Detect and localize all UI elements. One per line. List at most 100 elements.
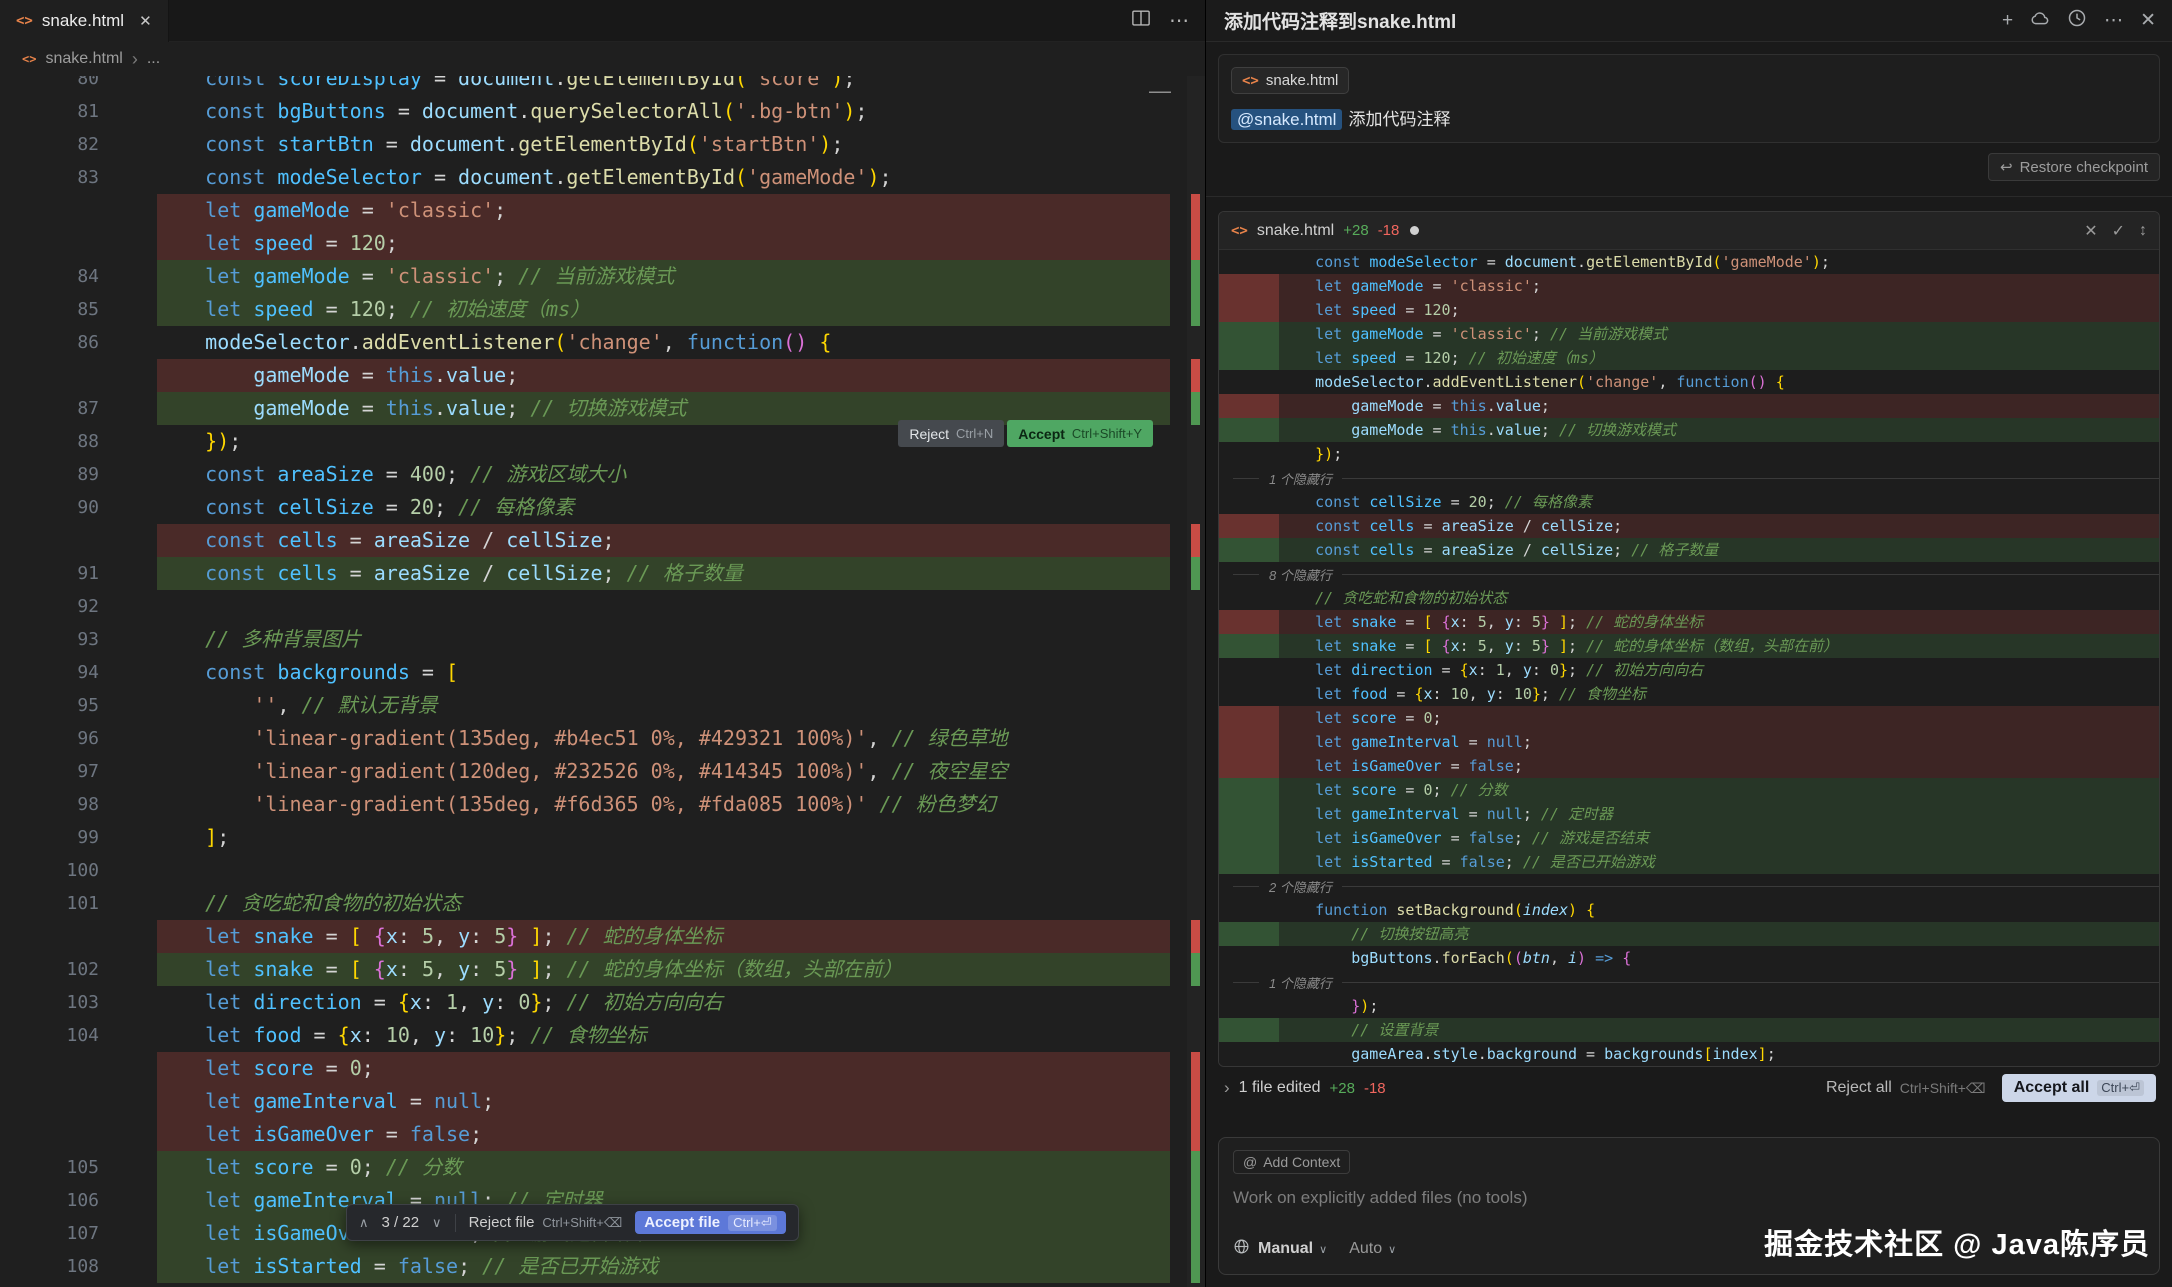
diff-overview-mark (1191, 920, 1200, 953)
diff-overview-mark (1191, 1052, 1200, 1085)
diff-card: <> snake.html +28 -18 ✕ ✓ ↕ const modeSe… (1218, 211, 2160, 1067)
overview-ruler[interactable] (1187, 76, 1205, 1287)
chat-pane: 添加代码注释到snake.html + ⋯ ✕ <> snake.html (1206, 0, 2172, 1287)
cloud-icon[interactable] (2030, 8, 2050, 33)
mode-label: Manual (1258, 1240, 1313, 1258)
code-line: let score = 0; // 分数 (1219, 778, 2159, 802)
code-line: 103 let direction = {x: 1, y: 0}; // 初始方… (0, 986, 1205, 1019)
code-line: 96 'linear-gradient(135deg, #b4ec51 0%, … (0, 722, 1205, 755)
accept-label: Accept (1018, 426, 1065, 442)
code-line: let score = 0; (1219, 706, 2159, 730)
breadcrumb[interactable]: <> snake.html › ... (0, 42, 1205, 76)
prev-change-icon[interactable]: ∧ (359, 1215, 369, 1231)
code-line: 84 let gameMode = 'classic'; // 当前游戏模式 (0, 260, 1205, 293)
message-text: @snake.html添加代码注释 (1231, 105, 2147, 130)
diff-lines[interactable]: const modeSelector = document.getElement… (1219, 250, 2159, 1066)
code-line: 85 let speed = 120; // 初始速度（ms） (0, 293, 1205, 326)
added-count: +28 (1343, 222, 1368, 239)
code-line: const cells = areaSize / cellSize; (0, 524, 1205, 557)
accept-file-button[interactable]: Accept file Ctrl+⏎ (635, 1211, 786, 1234)
code-line: let isGameOver = false; // 游戏是否结束 (1219, 826, 2159, 850)
breadcrumb-file[interactable]: snake.html (45, 50, 122, 68)
hidden-lines-separator[interactable]: 1 个隐藏行 (1219, 466, 2159, 490)
code-line: 94 const backgrounds = [ (0, 656, 1205, 689)
file-context-chip[interactable]: <> snake.html (1231, 67, 1349, 94)
hidden-lines-separator[interactable]: 1 个隐藏行 (1219, 970, 2159, 994)
code-line: const cellSize = 20; // 每格像素 (1219, 490, 2159, 514)
code-line: 83 const modeSelector = document.getElem… (0, 161, 1205, 194)
code-line: // 贪吃蛇和食物的初始状态 (1219, 586, 2159, 610)
code-line: let speed = 120; // 初始速度（ms） (1219, 346, 2159, 370)
files-edited-label: 1 file edited (1239, 1079, 1321, 1097)
modified-dot-icon (1410, 226, 1419, 235)
chevron-right-icon[interactable]: › (1224, 1078, 1230, 1098)
editor-actions: ⋯ (1131, 8, 1205, 33)
code-line: 82 const startBtn = document.getElementB… (0, 128, 1205, 161)
removed-count: -18 (1378, 222, 1400, 239)
composer-input[interactable]: Work on explicitly added files (no tools… (1233, 1188, 2145, 1208)
collapse-dash-icon[interactable]: — (1149, 76, 1171, 106)
file-mention[interactable]: @snake.html (1231, 109, 1342, 130)
code-line: let gameInterval = null; // 定时器 (1219, 802, 2159, 826)
reject-all-button[interactable]: Reject all Ctrl+Shift+⌫ (1826, 1079, 1986, 1097)
expand-icon[interactable]: ↕ (2139, 222, 2147, 240)
reject-file-shortcut: Ctrl+Shift+⌫ (542, 1215, 622, 1231)
restore-label: Restore checkpoint (2020, 159, 2148, 176)
code-line: }); (1219, 442, 2159, 466)
hidden-lines-label: 1 个隐藏行 (1269, 973, 1332, 992)
reject-change-button[interactable]: Reject Ctrl+N (898, 420, 1004, 447)
next-change-icon[interactable]: ∨ (432, 1215, 442, 1231)
model-selector[interactable]: Auto ∨ (1349, 1240, 1396, 1258)
reject-label: Reject (909, 426, 949, 442)
hidden-lines-separator[interactable]: 2 个隐藏行 (1219, 874, 2159, 898)
code-line: let isGameOver = false; (1219, 754, 2159, 778)
add-context-chip[interactable]: @ Add Context (1233, 1150, 1350, 1174)
code-line: 108 let isStarted = false; // 是否已开始游戏 (0, 1250, 1205, 1283)
code-line: let snake = [ {x: 5, y: 5} ]; // 蛇的身体坐标 (1219, 610, 2159, 634)
divider (455, 1214, 456, 1232)
close-panel-icon[interactable]: ✕ (2140, 11, 2156, 30)
diff-overview-mark (1191, 1118, 1200, 1151)
more-actions-icon[interactable]: ⋯ (1169, 11, 1189, 31)
html-file-icon: <> (22, 52, 36, 66)
mode-selector[interactable]: Manual ∨ (1258, 1240, 1327, 1258)
code-line: let gameMode = 'classic'; (0, 194, 1205, 227)
diff-overview-mark (1191, 1217, 1200, 1250)
app-window: <> snake.html ✕ ⋯ <> snake.html › ... 80… (0, 0, 2172, 1287)
tab-close-icon[interactable]: ✕ (139, 12, 152, 30)
code-line: let speed = 120; (0, 227, 1205, 260)
code-line: bgButtons.forEach((btn, i) => { (1219, 946, 2159, 970)
new-chat-icon[interactable]: + (2002, 11, 2013, 30)
reject-file-button[interactable]: Reject file Ctrl+Shift+⌫ (469, 1214, 623, 1231)
code-line: gameMode = this.value; (1219, 394, 2159, 418)
split-editor-icon[interactable] (1131, 8, 1151, 33)
chat-title: 添加代码注释到snake.html (1206, 7, 1456, 34)
code-line: 92 (0, 590, 1205, 623)
accept-change-button[interactable]: Accept Ctrl+Shift+Y (1007, 420, 1153, 447)
file-chip-label: snake.html (1266, 72, 1339, 89)
breadcrumb-more[interactable]: ... (147, 50, 160, 68)
accept-file-label: Accept file (644, 1214, 720, 1231)
accept-file-icon[interactable]: ✓ (2112, 221, 2125, 241)
more-icon[interactable]: ⋯ (2104, 11, 2123, 30)
html-file-icon: <> (1242, 73, 1259, 89)
code-line: 90 const cellSize = 20; // 每格像素 (0, 491, 1205, 524)
code-line: 86 modeSelector.addEventListener('change… (0, 326, 1205, 359)
accept-all-label: Accept all (2014, 1079, 2090, 1097)
history-icon[interactable] (2067, 8, 2087, 33)
accept-all-button[interactable]: Accept all Ctrl+⏎ (2002, 1074, 2156, 1102)
restore-icon: ↩ (2000, 158, 2013, 176)
hidden-lines-separator[interactable]: 8 个隐藏行 (1219, 562, 2159, 586)
diff-overview-mark (1191, 1151, 1200, 1184)
restore-row: ↩ Restore checkpoint (1218, 153, 2160, 181)
editor[interactable]: 80 const scoreDisplay = document.getElem… (0, 76, 1205, 1287)
restore-checkpoint-button[interactable]: ↩ Restore checkpoint (1988, 153, 2160, 181)
code-line: let gameMode = 'classic'; // 当前游戏模式 (1219, 322, 2159, 346)
diff-card-header[interactable]: <> snake.html +28 -18 ✕ ✓ ↕ (1219, 212, 2159, 250)
editor-lines: 80 const scoreDisplay = document.getElem… (0, 76, 1205, 1283)
review-summary[interactable]: › 1 file edited +28 -18 (1224, 1078, 1386, 1098)
reject-file-icon[interactable]: ✕ (2084, 221, 2097, 241)
code-line: let snake = [ {x: 5, y: 5} ]; // 蛇的身体坐标（… (1219, 634, 2159, 658)
review-added: +28 (1330, 1080, 1355, 1097)
tab-snake-html[interactable]: <> snake.html ✕ (0, 0, 169, 42)
